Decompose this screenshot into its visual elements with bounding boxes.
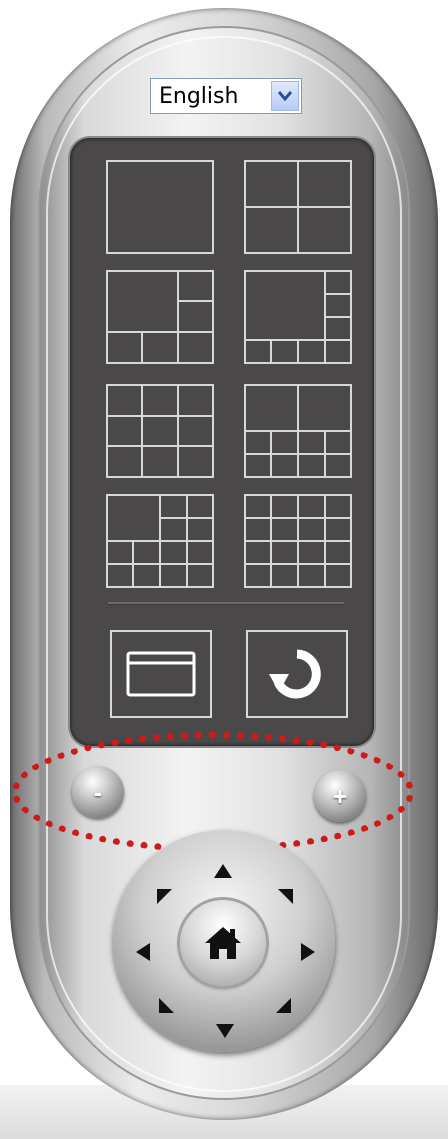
layout-16-button[interactable] — [244, 494, 352, 588]
plus-icon: + — [332, 781, 348, 811]
layout-thirteen-icon — [106, 494, 214, 588]
layout-4-button[interactable] — [244, 160, 352, 254]
rotate-button[interactable] — [246, 630, 348, 718]
zoom-out-button[interactable]: - — [72, 766, 124, 818]
layout-9-button[interactable] — [106, 384, 214, 478]
panel-divider — [108, 602, 344, 605]
arrow-up-right-icon[interactable] — [272, 884, 298, 910]
layout-quad-icon — [244, 160, 352, 254]
language-select[interactable]: English — [150, 78, 302, 114]
arrow-up-icon[interactable] — [210, 858, 236, 884]
layout-6-button[interactable] — [106, 270, 214, 364]
layout-13-button[interactable] — [106, 494, 214, 588]
arrow-down-left-icon[interactable] — [154, 992, 180, 1018]
arrow-down-right-icon[interactable] — [270, 992, 296, 1018]
arrow-up-left-icon[interactable] — [152, 884, 178, 910]
arrow-down-icon[interactable] — [212, 1018, 238, 1044]
layout-1-button[interactable] — [106, 160, 214, 254]
layout-eight-icon — [244, 270, 352, 364]
language-select-value: English — [159, 83, 239, 109]
layout-nine-icon — [106, 384, 214, 478]
chevron-down-icon[interactable] — [271, 81, 299, 111]
minus-icon: - — [93, 777, 103, 807]
layout-10-button[interactable] — [244, 384, 352, 478]
arrow-left-icon[interactable] — [130, 939, 156, 965]
window-icon — [126, 651, 196, 697]
home-button[interactable] — [180, 900, 266, 986]
rotate-icon — [269, 649, 321, 699]
layout-ten-icon — [244, 384, 352, 478]
zoom-in-button[interactable]: + — [314, 770, 366, 822]
layout-single-icon — [106, 160, 214, 254]
arrow-right-icon[interactable] — [295, 939, 321, 965]
layout-8-button[interactable] — [244, 270, 352, 364]
full-screen-button[interactable] — [110, 630, 212, 718]
layout-six-icon — [106, 270, 214, 364]
home-icon — [205, 927, 241, 959]
layout-sixteen-icon — [244, 494, 352, 588]
